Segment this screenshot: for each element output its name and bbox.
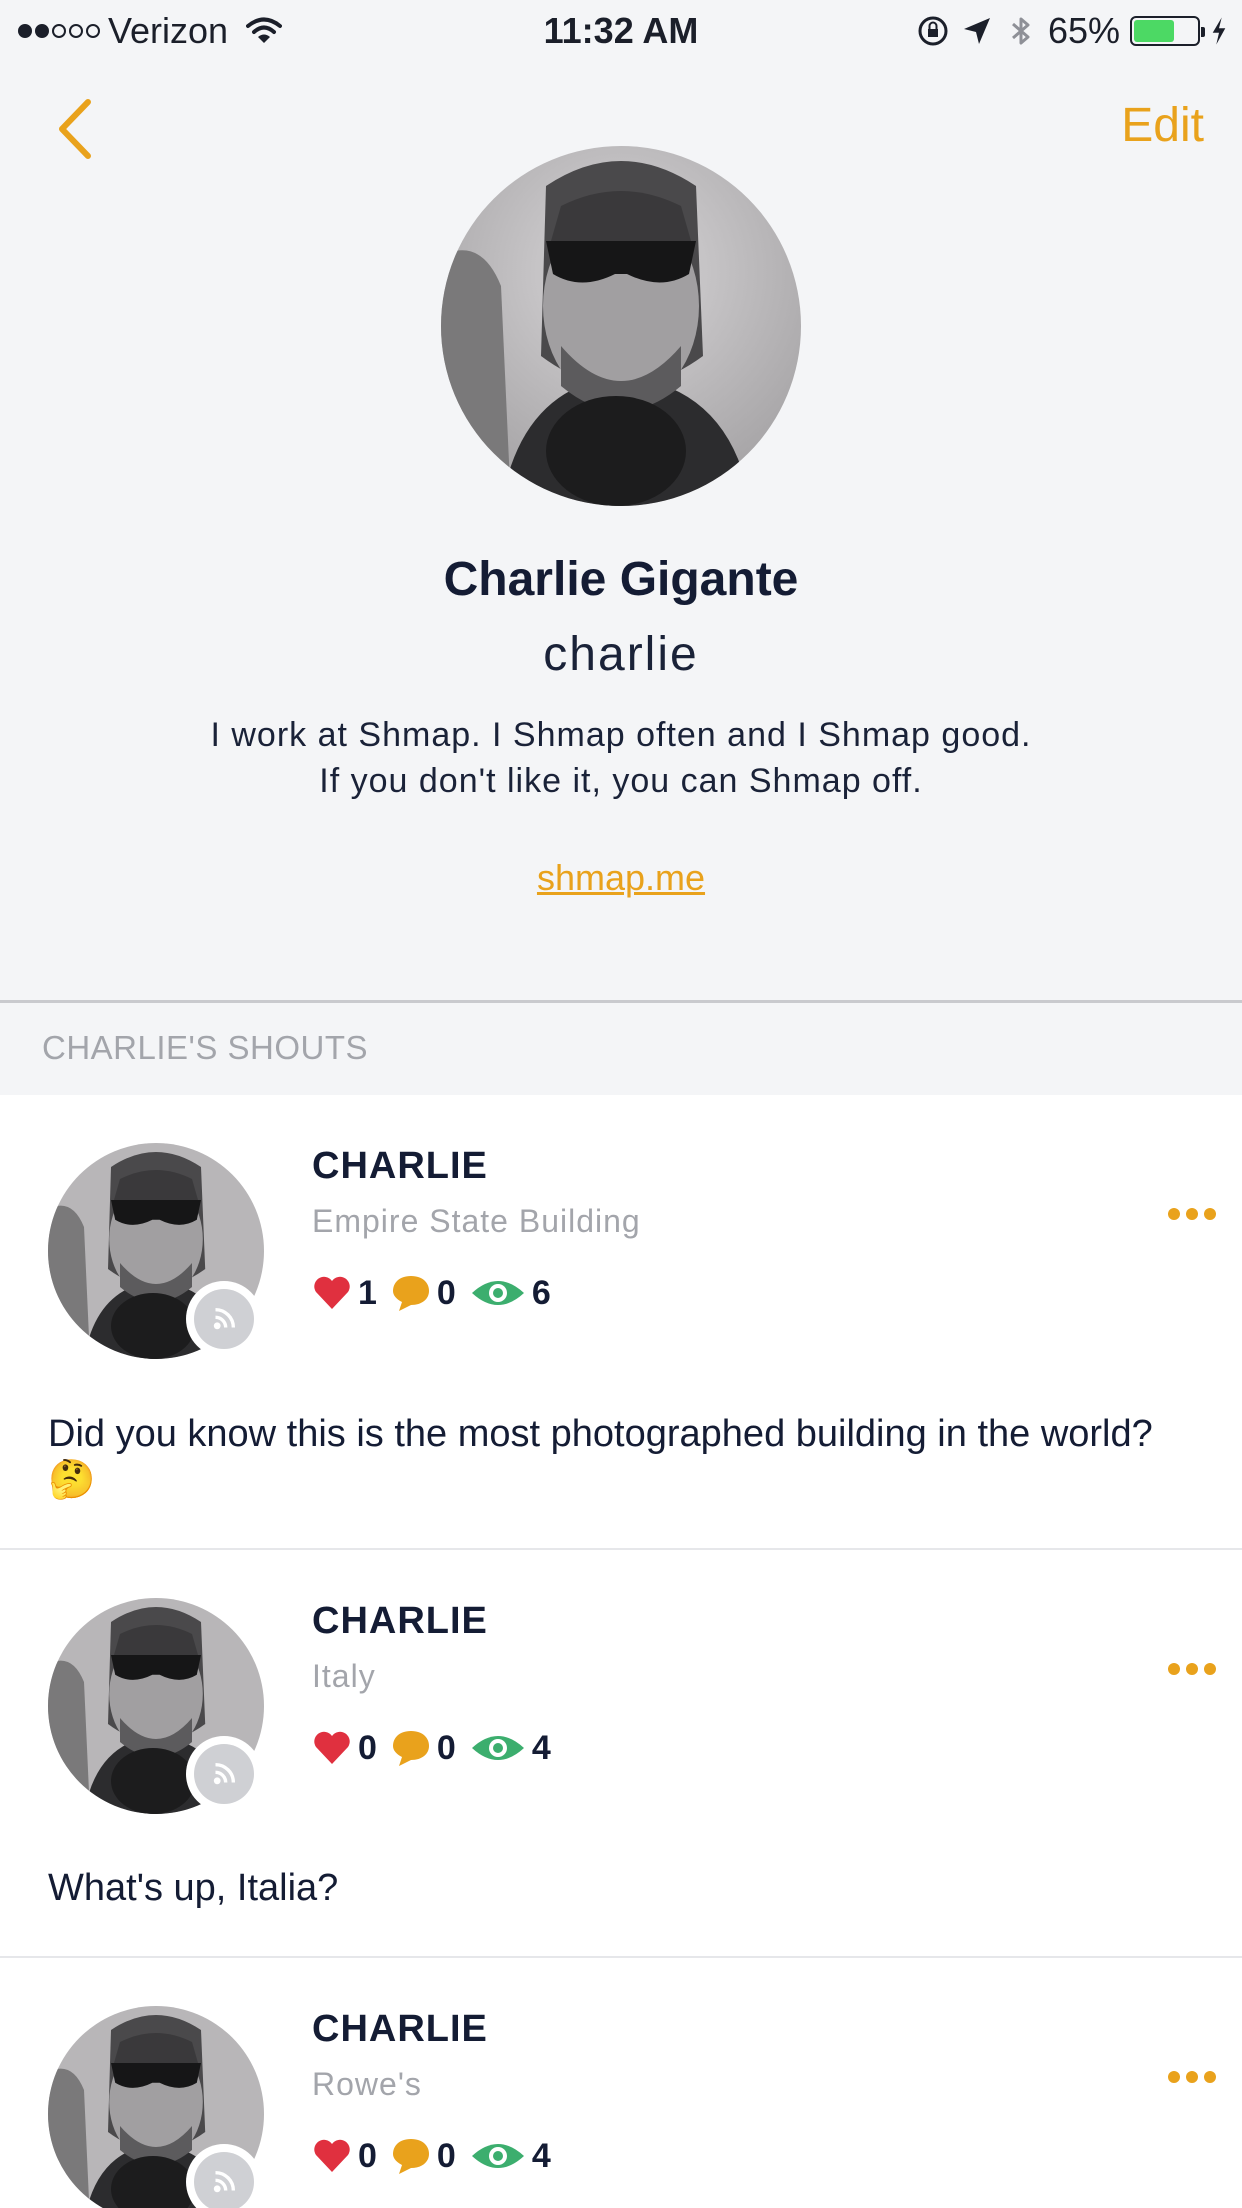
profile-username: charlie	[543, 628, 699, 681]
views-stat: 6	[470, 1274, 551, 1313]
shout-author[interactable]: CHARLIE	[312, 1600, 488, 1643]
profile-name: Charlie Gigante	[443, 553, 799, 606]
battery-icon	[1130, 16, 1205, 46]
profile-website-link[interactable]: shmap.me	[0, 857, 1242, 899]
profile-screen: Verizon 11:32 AM 65% Edit Charlie Gigant…	[0, 0, 1242, 2208]
like-stat[interactable]: 1	[312, 1274, 377, 1313]
chevron-left-icon	[59, 99, 91, 159]
comment-count: 0	[436, 2136, 456, 2175]
like-stat[interactable]: 0	[312, 2137, 377, 2176]
battery-level	[1134, 20, 1175, 42]
shout-text: What's up, Italia?	[48, 1867, 339, 1909]
like-stat[interactable]: 0	[312, 1729, 377, 1768]
shout-card[interactable]: CHARLIE Italy 0 0 4 What's up, Italia?	[0, 1550, 1242, 1958]
more-options-button[interactable]	[1168, 1204, 1220, 1224]
ellipsis-icon	[1168, 1663, 1180, 1675]
shout-text: Did you know this is the most photograph…	[48, 1413, 1153, 1501]
heart-icon	[314, 1731, 350, 1764]
shout-location[interactable]: Italy	[312, 1658, 376, 1695]
more-options-button[interactable]	[1168, 1659, 1220, 1679]
broadcast-icon	[213, 2170, 236, 2193]
shouts-section-header: CHARLIE'S SHOUTS	[0, 1003, 1242, 1095]
shout-card[interactable]: CHARLIE Rowe's 0 0 4	[0, 1958, 1242, 2208]
shout-stats: 0 0 4	[312, 1728, 559, 1768]
broadcast-icon	[213, 1762, 236, 1785]
edit-button[interactable]: Edit	[1121, 98, 1204, 153]
section-title: CHARLIE'S SHOUTS	[42, 1029, 369, 1066]
ellipsis-icon	[1168, 1208, 1180, 1220]
battery-percent: 65%	[1047, 10, 1120, 51]
views-count: 6	[531, 1273, 551, 1312]
back-button[interactable]	[48, 94, 108, 164]
shout-author[interactable]: CHARLIE	[312, 2008, 488, 2051]
eye-icon	[471, 1281, 524, 1305]
eye-icon	[471, 2144, 524, 2168]
broadcast-icon	[213, 1307, 236, 1330]
views-count: 4	[531, 2136, 551, 2175]
views-stat: 4	[470, 1729, 551, 1768]
speech-bubble-icon	[392, 1731, 429, 1766]
shout-location[interactable]: Rowe's	[312, 2066, 422, 2103]
speech-bubble-icon	[392, 1276, 429, 1311]
views-stat: 4	[470, 2137, 551, 2176]
comment-count: 0	[436, 1728, 456, 1767]
comment-stat[interactable]: 0	[391, 1728, 456, 1768]
views-count: 4	[531, 1728, 551, 1767]
like-count: 0	[358, 2136, 377, 2175]
comment-stat[interactable]: 0	[391, 1273, 456, 1313]
status-bar: Verizon 11:32 AM 65%	[0, 0, 1242, 62]
broadcast-badge	[186, 1281, 262, 1357]
like-count: 0	[358, 1728, 377, 1767]
status-right: 65%	[916, 10, 1228, 52]
shout-author[interactable]: CHARLIE	[312, 1145, 488, 1188]
shout-stats: 0 0 4	[312, 2136, 559, 2176]
rotation-lock-icon	[918, 16, 948, 46]
profile-header: Edit Charlie Gigante charlie I work at S…	[0, 62, 1242, 1000]
shout-stats: 1 0 6	[312, 1273, 559, 1313]
bluetooth-icon	[1011, 17, 1030, 45]
broadcast-badge	[186, 1736, 262, 1812]
speech-bubble-icon	[392, 2139, 429, 2174]
profile-bio: I work at Shmap. I Shmap often and I Shm…	[210, 716, 1032, 800]
eye-icon	[471, 1736, 524, 1760]
location-arrow-icon	[963, 18, 990, 44]
like-count: 1	[358, 1273, 377, 1312]
heart-icon	[314, 1276, 350, 1309]
ellipsis-icon	[1168, 2071, 1180, 2083]
charging-bolt-icon	[1212, 17, 1226, 45]
avatar-photo	[441, 146, 801, 506]
heart-icon	[314, 2139, 350, 2172]
comment-stat[interactable]: 0	[391, 2136, 456, 2176]
more-options-button[interactable]	[1168, 2067, 1220, 2087]
shout-location[interactable]: Empire State Building	[312, 1203, 641, 1240]
shout-card[interactable]: CHARLIE Empire State Building 1 0 6 Did …	[0, 1095, 1242, 1550]
comment-count: 0	[436, 1273, 456, 1312]
profile-avatar[interactable]	[441, 146, 801, 506]
